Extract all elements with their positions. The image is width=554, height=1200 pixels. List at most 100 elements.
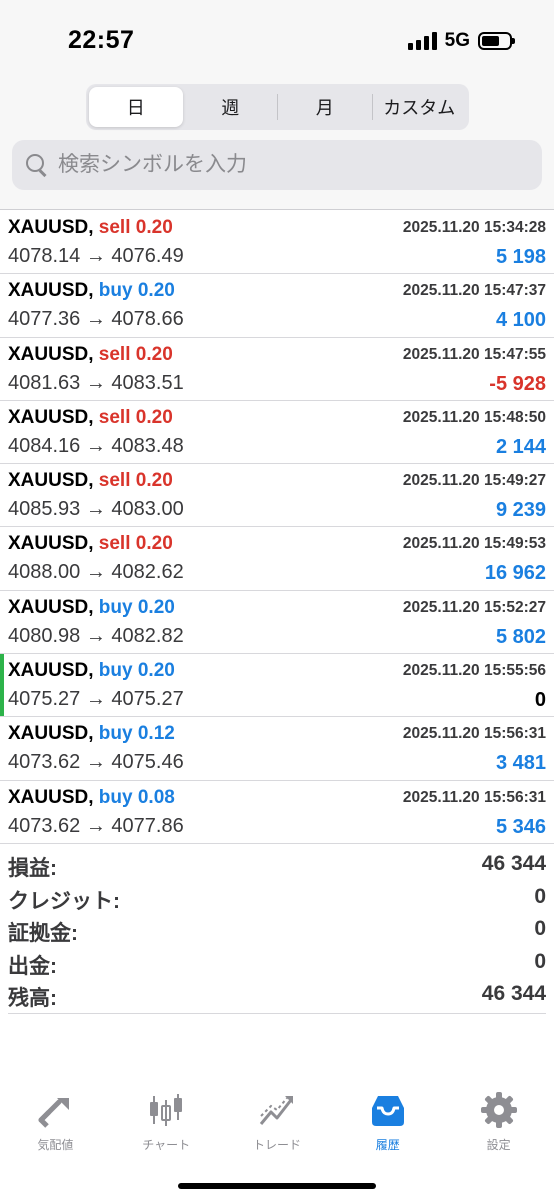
battery-icon (478, 32, 515, 50)
open-price: 4073.62 (8, 751, 81, 774)
close-price: 4083.48 (111, 434, 184, 457)
trade-time: 2025.11.20 15:56:31 (402, 788, 546, 806)
trade-row[interactable]: XAUUSD, sell 0.20 4088.00 → 4082.62 2025.1… (0, 527, 554, 591)
trade-side: sell (98, 217, 131, 238)
trade-prices: 4075.27 → 4075.27 (8, 688, 184, 711)
trade-side: buy (98, 660, 133, 682)
trade-lot: 0.20 (135, 406, 173, 428)
trade-profit: 0 (534, 689, 546, 712)
trade-side: sell (98, 343, 131, 365)
trade-side: sell (98, 533, 131, 555)
trade-prices: 4073.62 → 4075.46 (8, 751, 184, 774)
summary-label: 証拠金: (8, 922, 78, 945)
network-label: 5G (444, 30, 470, 51)
trade-prices: 4078.14 → 4076.49 (8, 245, 184, 268)
trade-symbol: XAUUSD, buy 0.12 (8, 723, 175, 745)
summary-value: 0 (534, 917, 546, 940)
close-price: 4082.82 (111, 624, 184, 647)
trade-row[interactable]: XAUUSD, buy 0.20 4080.98 → 4082.82 2025.11… (0, 591, 554, 655)
quotes-icon (38, 1098, 70, 1128)
tab-trade[interactable]: トレード (222, 1080, 333, 1160)
close-price: 4083.00 (111, 498, 184, 521)
trade-prices: 4077.36 → 4078.66 (8, 308, 184, 331)
symbol-search-input[interactable] (58, 153, 508, 177)
search-icon (26, 154, 48, 176)
tab-label: トレード (252, 1138, 301, 1152)
summary-row: クレジット: 0 (8, 881, 546, 914)
arrow-icon: → (85, 371, 106, 394)
status-indicators: 5G (407, 30, 515, 52)
symbol-label: XAUUSD, (8, 470, 94, 492)
trade-prices: 4080.98 → 4082.82 (8, 625, 184, 648)
period-tab-custom[interactable]: カスタム (373, 87, 467, 127)
trade-side: buy (98, 786, 133, 808)
open-price: 4088.00 (8, 561, 81, 584)
summary-value: 0 (534, 949, 546, 973)
trade-row[interactable]: XAUUSD, buy 0.20 4077.36 → 4078.66 2025.11… (0, 274, 554, 338)
symbol-label: XAUUSD, (8, 596, 94, 618)
trade-symbol: XAUUSD, sell 0.20 (8, 533, 173, 555)
trade-prices: 4088.00 → 4082.62 (8, 561, 184, 584)
trade-profit: 5 346 (495, 815, 546, 838)
trade-row[interactable]: XAUUSD, buy 0.20 4075.27 → 4075.27 2025.11… (0, 654, 554, 718)
trade-side: buy (98, 596, 133, 618)
arrow-icon: → (85, 498, 106, 521)
summary-row: 損益: 46 344 (8, 848, 546, 881)
trade-row[interactable]: XAUUSD, sell 0.20 4085.93 → 4083.00 2025.1… (0, 464, 554, 528)
trade-side: buy (98, 280, 133, 302)
bottom-tab-bar: 気配値 チャート トレード 履歴 設定 (0, 1080, 554, 1160)
trade-time: 2025.11.20 15:47:55 (402, 345, 546, 363)
summary-value: 46 344 (481, 982, 546, 1005)
symbol-search-bar[interactable] (12, 140, 542, 190)
arrow-icon: → (85, 434, 106, 457)
symbol-label: XAUUSD, (8, 280, 94, 302)
trade-prices: 4085.93 → 4083.00 (8, 498, 184, 521)
trade-lot: 0.20 (135, 470, 173, 492)
status-bar: 22:57 5G (0, 0, 554, 78)
symbol-label: XAUUSD, (8, 723, 94, 745)
summary-row: 証拠金: 0 (8, 913, 546, 946)
summary-row: 残高: 46 344 (8, 978, 546, 1011)
open-price: 4073.62 (8, 814, 81, 837)
symbol-label: XAUUSD, (8, 406, 94, 428)
close-price: 4075.27 (111, 688, 184, 711)
period-tab-day[interactable]: 日 (89, 87, 183, 127)
close-price: 4078.66 (111, 308, 184, 331)
open-price: 4080.98 (8, 624, 81, 647)
trade-lot: 0.08 (137, 786, 175, 808)
trade-profit: -5 928 (489, 372, 546, 395)
open-price: 4085.93 (8, 498, 81, 521)
trade-row[interactable]: XAUUSD, sell 0.20 4084.16 → 4083.48 2025.1… (0, 401, 554, 465)
trade-row[interactable]: XAUUSD, sell 0.20 4081.63 → 4083.51 2025.1… (0, 338, 554, 401)
summary-value: 0 (534, 884, 546, 908)
open-price: 4077.36 (8, 308, 81, 331)
trade-lot: 0.20 (137, 596, 175, 618)
trade-profit: 16 962 (484, 562, 546, 585)
trade-lot: 0.20 (135, 343, 173, 365)
arrow-icon: → (85, 561, 106, 584)
summary-label: 残高: (8, 987, 57, 1010)
arrow-icon: → (85, 308, 106, 331)
tab-quotes[interactable]: 気配値 (0, 1080, 111, 1160)
tab-history[interactable]: 履歴 (332, 1080, 443, 1160)
trade-row[interactable]: XAUUSD, buy 0.08 4073.62 → 4077.86 2025.11… (0, 781, 554, 844)
home-indicator (178, 1183, 376, 1189)
trade-history-list: XAUUSD, sell 0.20 4078.14 → 4076.49 2025.1… (0, 211, 554, 844)
trade-time: 2025.11.20 15:56:31 (402, 725, 546, 743)
tab-chart[interactable]: チャート (111, 1080, 222, 1160)
arrow-icon: → (85, 245, 106, 267)
close-price: 4082.62 (111, 561, 184, 584)
open-price: 4078.14 (8, 245, 81, 267)
trade-icon (259, 1096, 293, 1125)
trade-symbol: XAUUSD, sell 0.20 (8, 344, 173, 366)
close-price: 4076.49 (111, 245, 184, 267)
trade-row[interactable]: XAUUSD, buy 0.12 4073.62 → 4075.46 2025.11… (0, 717, 554, 781)
settings-icon (480, 1092, 517, 1128)
period-tab-month[interactable]: 月 (278, 87, 372, 127)
period-tab-week[interactable]: 週 (184, 87, 278, 127)
trade-row[interactable]: XAUUSD, sell 0.20 4078.14 → 4076.49 2025.1… (0, 211, 554, 275)
trade-time: 2025.11.20 15:48:50 (402, 408, 546, 426)
trade-time: 2025.11.20 15:47:37 (402, 282, 546, 300)
trade-time: 2025.11.20 15:49:53 (402, 535, 546, 553)
tab-settings[interactable]: 設定 (443, 1080, 554, 1160)
